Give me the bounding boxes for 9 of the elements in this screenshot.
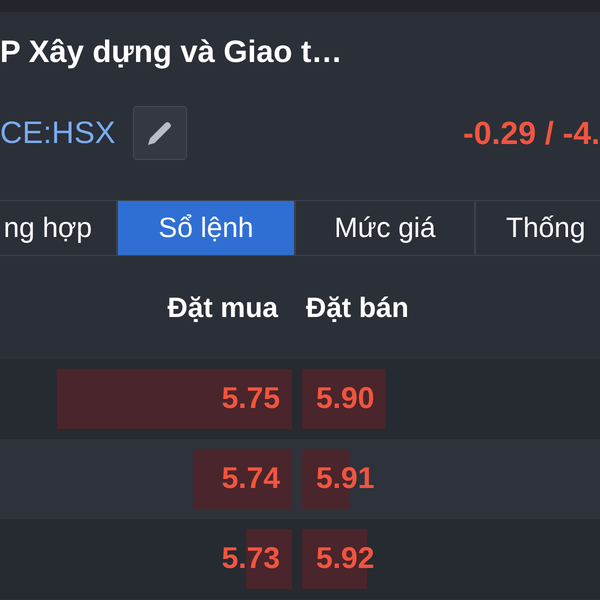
price-change: -0.29 / -4. bbox=[463, 114, 600, 152]
edit-button[interactable] bbox=[133, 106, 188, 160]
stock-title: P Xây dựng và Giao t… bbox=[0, 34, 342, 70]
tab[interactable]: Mức giá bbox=[296, 201, 476, 255]
tab[interactable]: Thống bbox=[476, 201, 600, 255]
stock-exchange: CE:HSX bbox=[0, 115, 116, 151]
tab[interactable]: Sổ lệnh bbox=[118, 201, 296, 255]
column-header: Đặt mua bbox=[168, 292, 278, 324]
column-header: Đặt bán bbox=[306, 292, 409, 324]
